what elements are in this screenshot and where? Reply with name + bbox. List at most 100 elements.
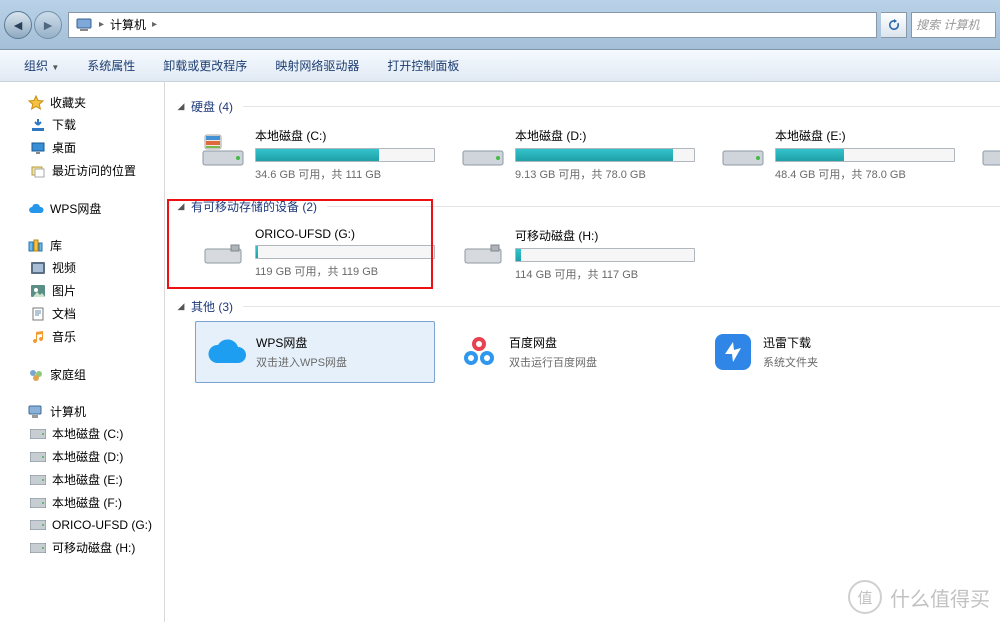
- toolbar: 组织 ▼ 系统属性 卸载或更改程序 映射网络驱动器 打开控制面板: [0, 50, 1000, 82]
- music-icon: [30, 329, 46, 345]
- baidu-pan-icon: [459, 332, 499, 372]
- capacity-bar: [255, 245, 435, 259]
- drive-label: ORICO-UFSD (G:): [255, 227, 435, 241]
- sidebar-item-music[interactable]: 音乐: [0, 325, 164, 348]
- address-bar[interactable]: ▸ 计算机 ▸: [68, 12, 877, 38]
- chevron-right-icon: ▸: [152, 19, 157, 30]
- drive-e[interactable]: 本地磁盘 (E:) 48.4 GB 可用，共 78.0 GB: [715, 121, 955, 188]
- sidebar-wps[interactable]: WPS网盘: [0, 198, 164, 219]
- sidebar-item-drive-h[interactable]: 可移动磁盘 (H:): [0, 536, 164, 559]
- nav-forward-button[interactable]: ►: [34, 11, 62, 39]
- homegroup-icon: [28, 367, 44, 383]
- picture-icon: [30, 283, 46, 299]
- collapse-icon: ◢: [175, 301, 187, 312]
- drive-label: 可移动磁盘 (H:): [515, 227, 695, 244]
- other-sub: 双击运行百度网盘: [509, 354, 597, 370]
- other-xunlei[interactable]: 迅雷下载 系统文件夹: [703, 321, 943, 383]
- watermark: 值 什么值得买: [848, 580, 990, 614]
- hdd-icon: [981, 127, 1000, 167]
- sidebar-item-drive-e[interactable]: 本地磁盘 (E:): [0, 468, 164, 491]
- section-hdd[interactable]: ◢ 硬盘 (4): [175, 98, 1000, 115]
- drive-h[interactable]: 可移动磁盘 (H:) 114 GB 可用，共 117 GB: [455, 221, 695, 288]
- search-input[interactable]: 搜索 计算机: [911, 12, 996, 38]
- star-icon: [28, 95, 44, 111]
- drive-icon: [30, 540, 46, 556]
- removable-drive-icon: [201, 227, 245, 267]
- computer-icon: [28, 404, 44, 420]
- other-label: 百度网盘: [509, 334, 597, 351]
- other-label: 迅雷下载: [763, 334, 818, 351]
- other-sub: 双击进入WPS网盘: [256, 354, 347, 370]
- drive-icon: [30, 426, 46, 442]
- desktop-icon: [30, 140, 46, 156]
- divider: [243, 306, 1000, 307]
- sidebar-computer[interactable]: 计算机: [0, 401, 164, 422]
- sidebar-item-documents[interactable]: 文档: [0, 302, 164, 325]
- section-removable[interactable]: ◢ 有可移动存储的设备 (2): [175, 198, 1000, 215]
- drive-icon: [30, 495, 46, 511]
- divider: [327, 206, 1000, 207]
- drive-sub: 34.6 GB 可用，共 111 GB: [255, 166, 435, 182]
- sidebar-item-drive-f[interactable]: 本地磁盘 (F:): [0, 491, 164, 514]
- sidebar-item-desktop[interactable]: 桌面: [0, 136, 164, 159]
- other-baidu[interactable]: 百度网盘 双击运行百度网盘: [449, 321, 689, 383]
- sidebar-item-video[interactable]: 视频: [0, 256, 164, 279]
- search-placeholder: 搜索 计算机: [916, 16, 979, 33]
- removable-drive-icon: [461, 227, 505, 267]
- hdd-icon: [721, 127, 765, 167]
- sidebar-item-drive-g[interactable]: ORICO-UFSD (G:): [0, 514, 164, 536]
- drive-icon: [30, 449, 46, 465]
- drive-sub: 114 GB 可用，共 117 GB: [515, 266, 695, 282]
- drive-sub: 48.4 GB 可用，共 78.0 GB: [775, 166, 955, 182]
- watermark-text: 什么值得买: [890, 583, 990, 612]
- sidebar-item-downloads[interactable]: 下载: [0, 113, 164, 136]
- sidebar-item-recent[interactable]: 最近访问的位置: [0, 159, 164, 182]
- drive-label: 本地磁盘 (D:): [515, 127, 695, 144]
- drive-icon: [30, 517, 46, 533]
- drive-f[interactable]: 本: [975, 121, 1000, 188]
- tb-control-panel[interactable]: 打开控制面板: [373, 53, 473, 78]
- wps-cloud-icon: [206, 332, 246, 372]
- sidebar-label: 收藏夹: [50, 94, 86, 111]
- tb-organize[interactable]: 组织 ▼: [10, 53, 73, 78]
- sidebar-item-drive-c[interactable]: 本地磁盘 (C:): [0, 422, 164, 445]
- capacity-bar: [775, 148, 955, 162]
- drive-sub: 9.13 GB 可用，共 78.0 GB: [515, 166, 695, 182]
- refresh-button[interactable]: [881, 12, 907, 38]
- tb-map-drive[interactable]: 映射网络驱动器: [261, 53, 373, 78]
- library-icon: [28, 238, 44, 254]
- breadcrumb-computer[interactable]: 计算机 ▸: [104, 13, 163, 37]
- computer-icon: [75, 16, 95, 34]
- document-icon: [30, 306, 46, 322]
- sidebar-item-pictures[interactable]: 图片: [0, 279, 164, 302]
- titlebar: ◄ ► ▸ 计算机 ▸ 搜索 计算机: [0, 0, 1000, 50]
- capacity-bar: [255, 148, 435, 162]
- tb-system-props[interactable]: 系统属性: [73, 53, 149, 78]
- drive-label: 本地磁盘 (C:): [255, 127, 435, 144]
- drive-label: 本地磁盘 (E:): [775, 127, 955, 144]
- sidebar-libraries[interactable]: 库: [0, 235, 164, 256]
- other-label: WPS网盘: [256, 334, 347, 351]
- capacity-bar: [515, 148, 695, 162]
- drive-d[interactable]: 本地磁盘 (D:) 9.13 GB 可用，共 78.0 GB: [455, 121, 695, 188]
- nav-back-button[interactable]: ◄: [4, 11, 32, 39]
- tb-uninstall[interactable]: 卸载或更改程序: [149, 53, 261, 78]
- divider: [243, 106, 1000, 107]
- drive-icon: [30, 472, 46, 488]
- content-pane: ◢ 硬盘 (4) 本地磁盘 (C:) 34.6 GB 可用，共 111 GB 本…: [165, 82, 1000, 622]
- other-wps[interactable]: WPS网盘 双击进入WPS网盘: [195, 321, 435, 383]
- drive-g-orico[interactable]: ORICO-UFSD (G:) 119 GB 可用，共 119 GB: [195, 221, 435, 288]
- collapse-icon: ◢: [175, 201, 187, 212]
- collapse-icon: ◢: [175, 101, 187, 112]
- capacity-fill: [256, 149, 379, 161]
- download-icon: [30, 117, 46, 133]
- sidebar-item-drive-d[interactable]: 本地磁盘 (D:): [0, 445, 164, 468]
- sidebar: 收藏夹 下载 桌面 最近访问的位置 WPS网盘: [0, 82, 165, 622]
- sidebar-favorites[interactable]: 收藏夹: [0, 92, 164, 113]
- section-other[interactable]: ◢ 其他 (3): [175, 298, 1000, 315]
- sidebar-homegroup[interactable]: 家庭组: [0, 364, 164, 385]
- drive-c[interactable]: 本地磁盘 (C:) 34.6 GB 可用，共 111 GB: [195, 121, 435, 188]
- hdd-icon: [461, 127, 505, 167]
- recent-icon: [30, 163, 46, 179]
- xunlei-icon: [713, 332, 753, 372]
